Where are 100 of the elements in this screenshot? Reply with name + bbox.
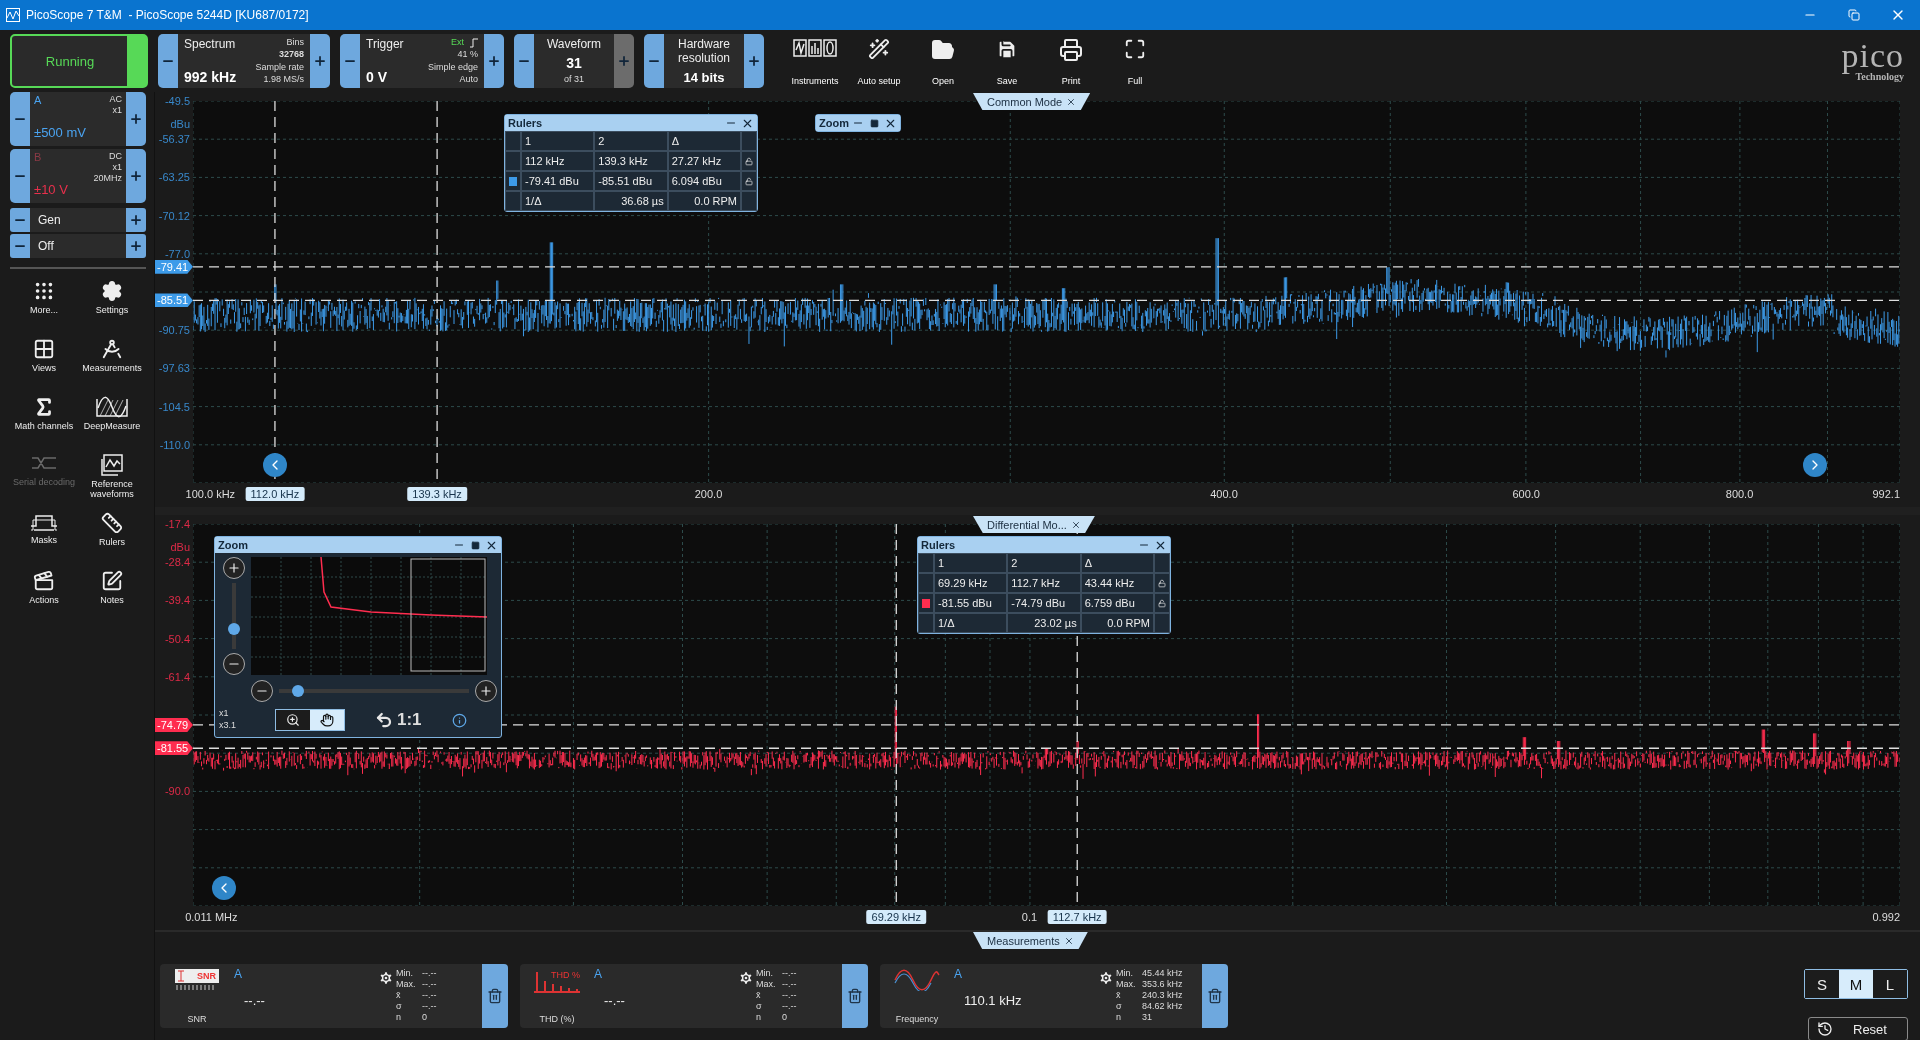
setting-detail: of 31 <box>564 74 584 85</box>
measurements-tool-button[interactable]: Measurements <box>78 338 146 390</box>
ruler-tag[interactable]: 112.7 kHz <box>1047 910 1107 924</box>
minus-button[interactable] <box>340 34 360 88</box>
settings-icon <box>101 280 123 302</box>
stat-label: Max. <box>396 979 417 990</box>
undo-icon <box>375 711 393 729</box>
masks-tool-button[interactable]: Masks <box>10 512 78 564</box>
lock-button[interactable] <box>741 171 757 191</box>
ruler-tag[interactable]: 69.29 kHz <box>866 910 927 924</box>
plus-icon <box>129 169 143 183</box>
minus-button[interactable] <box>158 34 178 88</box>
measurements-tab[interactable]: Measurements <box>973 932 1088 949</box>
zoom-scale-label: x3.1 <box>219 719 237 731</box>
axis-label: 800.0 <box>1725 488 1754 500</box>
reference-tool-button[interactable]: Reference waveforms <box>78 454 146 506</box>
plus-button[interactable] <box>126 92 146 146</box>
pan-button[interactable] <box>310 710 344 730</box>
minus-button[interactable] <box>644 34 664 88</box>
table-cell: 36.68 µs <box>594 191 668 211</box>
plus-icon <box>617 54 631 68</box>
plus-button[interactable] <box>310 34 330 88</box>
slider-thumb[interactable] <box>292 685 304 697</box>
lock-button[interactable] <box>741 151 757 171</box>
plus-button[interactable] <box>744 34 764 88</box>
deepmeasure-tool-button[interactable]: DeepMeasure <box>78 396 146 448</box>
rulers-tool-button[interactable]: Rulers <box>78 512 146 564</box>
save-icon <box>996 38 1018 60</box>
lock-button[interactable] <box>1154 573 1170 593</box>
stat-value: 353.6 kHz <box>1142 979 1184 990</box>
lock-button[interactable] <box>1154 593 1170 613</box>
setting-detail: Auto <box>459 74 478 85</box>
run-button[interactable]: Running <box>10 34 148 88</box>
zoom-tool-button[interactable] <box>276 710 310 730</box>
scroll-left-button[interactable] <box>211 876 236 900</box>
setting-label: Spectrum <box>184 37 236 51</box>
print-button[interactable]: Print <box>1042 34 1100 88</box>
more-tool-button[interactable]: More... <box>10 280 78 332</box>
hand-icon <box>320 713 334 727</box>
minus-button[interactable] <box>10 234 30 258</box>
axis-label: -39.4 <box>164 594 190 607</box>
delete-button[interactable] <box>1202 964 1228 1028</box>
ruler-level-tag[interactable]: -81.55 <box>155 741 193 756</box>
minus-button[interactable] <box>514 34 534 88</box>
table-cell: -79.41 dBu <box>521 171 595 191</box>
restore-button[interactable] <box>468 538 482 552</box>
setting-detail: Bins <box>286 37 304 48</box>
setting-label: Trigger <box>366 37 404 51</box>
window-title: Zoom <box>819 117 849 129</box>
delete-button[interactable] <box>482 964 508 1028</box>
setting-value: 31 <box>566 54 582 71</box>
stat-value: 0 <box>782 1012 788 1023</box>
view-tab[interactable]: Differential Mo... <box>973 516 1095 533</box>
axis-label: 992.1 <box>1872 488 1900 500</box>
save-button[interactable]: Save <box>978 34 1036 88</box>
scroll-right-button[interactable] <box>1802 453 1827 477</box>
magnifier-icon <box>286 713 300 727</box>
minus-button[interactable] <box>10 149 30 203</box>
views-tool-button[interactable]: Views <box>10 338 78 390</box>
slider-thumb[interactable] <box>228 623 240 636</box>
plus-button[interactable] <box>126 208 146 232</box>
zoom-out-button[interactable] <box>251 680 273 702</box>
minus-button[interactable] <box>10 92 30 146</box>
ruler-level-tag[interactable]: -74.79 <box>155 717 193 732</box>
axis-label: -17.4 <box>164 518 190 530</box>
zoom-in-button[interactable] <box>475 680 497 702</box>
table-cell: 23.02 µs <box>1007 613 1081 633</box>
ruler-tag[interactable]: 139.3 kHz <box>407 487 467 501</box>
history-icon <box>1817 1021 1833 1037</box>
measurement-value: 110.1 kHz <box>964 993 1023 1008</box>
math-tool-button[interactable]: Math channels <box>10 396 78 448</box>
restore-icon <box>869 118 879 128</box>
delete-button[interactable] <box>842 964 868 1028</box>
minus-button[interactable] <box>10 208 30 232</box>
scroll-left-button[interactable] <box>262 453 287 477</box>
plus-button[interactable] <box>126 149 146 203</box>
notes-tool-button[interactable]: Notes <box>78 570 146 622</box>
plus-button[interactable] <box>126 234 146 258</box>
zoom-in-button[interactable] <box>223 557 245 579</box>
zoom-out-button[interactable] <box>223 653 245 675</box>
view-tab[interactable]: Common Mode <box>973 93 1091 110</box>
actions-tool-button[interactable]: Actions <box>10 570 78 622</box>
settings-icon <box>738 970 754 986</box>
note-icon <box>101 570 123 592</box>
lock-icon <box>1158 577 1166 589</box>
settings-tool-button[interactable]: Settings <box>78 280 146 332</box>
autosetup-button[interactable]: Auto setup <box>850 34 908 88</box>
reset-button[interactable]: Reset <box>1808 1017 1908 1040</box>
window-title: PicoScope 7 T&M - PicoScope 5244D [KU687/0172] <box>26 8 309 22</box>
open-button[interactable]: Open <box>914 34 972 88</box>
instruments-button[interactable]: Instruments <box>786 34 844 88</box>
size-option[interactable]: M <box>1839 970 1873 998</box>
plus-button[interactable] <box>484 34 504 88</box>
printer-icon <box>1059 38 1083 62</box>
restore-button[interactable] <box>867 116 881 130</box>
axis-label: -50.4 <box>164 632 190 645</box>
ruler-tag[interactable]: 112.0 kHz <box>245 487 305 501</box>
full-button[interactable]: Full <box>1106 34 1164 88</box>
plus-icon <box>479 684 493 698</box>
sine-wave-icon <box>893 969 941 991</box>
